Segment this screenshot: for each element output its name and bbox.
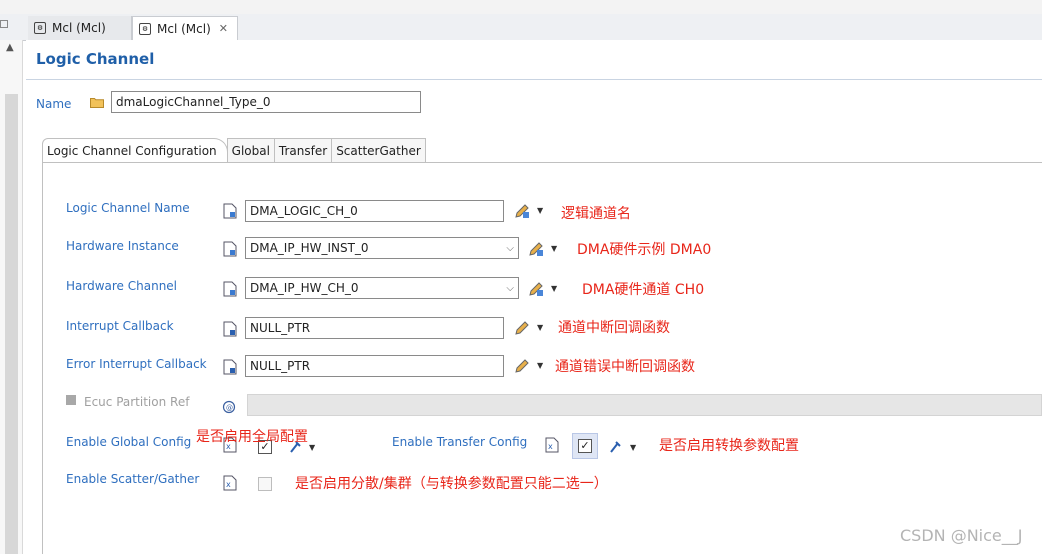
error-interrupt-callback-label: Error Interrupt Callback [66, 357, 207, 371]
boolean-icon: x [223, 475, 237, 491]
editor-tab-mcl-2[interactable]: ⚙ Mcl (Mcl) ✕ [132, 16, 238, 40]
chevron-down-icon[interactable]: ▼ [309, 443, 315, 452]
document-icon [223, 281, 237, 297]
chevron-down-icon[interactable]: ⌵ [506, 243, 514, 254]
enable-transfer-config-label: Enable Transfer Config [392, 435, 528, 449]
svg-text:@: @ [226, 404, 233, 412]
chevron-down-icon[interactable]: ▼ [537, 323, 543, 332]
document-icon [223, 203, 237, 219]
restore-icon[interactable] [0, 20, 8, 28]
function-document-icon [223, 359, 237, 375]
scroll-up-icon[interactable]: ▲ [6, 42, 14, 53]
reference-icon: @ [222, 400, 236, 414]
hardware-instance-label: Hardware Instance [66, 239, 179, 253]
name-input[interactable]: dmaLogicChannel_Type_0 [111, 91, 421, 113]
enable-transfer-config-checkbox[interactable]: ✓ [578, 439, 592, 453]
error-interrupt-callback-input[interactable]: NULL_PTR [245, 355, 504, 377]
annotation-error-interrupt-callback: 通道错误中断回调函数 [555, 359, 695, 375]
hardware-instance-value: DMA_IP_HW_INST_0 [250, 241, 369, 255]
interrupt-callback-label: Interrupt Callback [66, 319, 174, 333]
tab-logic-channel-configuration[interactable]: Logic Channel Configuration [42, 138, 228, 163]
annotation-interrupt-callback: 通道中断回调函数 [558, 320, 670, 336]
logic-channel-name-input[interactable]: DMA_LOGIC_CH_0 [245, 200, 504, 222]
hardware-channel-value: DMA_IP_HW_CH_0 [250, 281, 359, 295]
ecuc-partition-ref-field [247, 394, 1042, 416]
edit-pen-icon[interactable] [528, 241, 544, 257]
logic-channel-name-label: Logic Channel Name [66, 201, 190, 215]
function-document-icon [223, 321, 237, 337]
annotation-hardware-channel: DMA硬件通道 CH0 [582, 282, 705, 298]
annotation-logic-channel-name: 逻辑通道名 [561, 206, 631, 222]
chevron-down-icon[interactable]: ▼ [537, 206, 543, 215]
edit-pen-icon[interactable] [514, 358, 530, 374]
enable-transfer-config-checkbox-focus[interactable]: ✓ [572, 433, 598, 459]
folder-icon [90, 98, 104, 108]
page-title: Logic Channel [36, 50, 155, 68]
chevron-down-icon[interactable]: ▼ [551, 284, 557, 293]
annotation-enable-global-config: 是否启用全局配置 [196, 429, 308, 445]
edit-pen-icon[interactable] [514, 203, 530, 219]
config-sub-tabs: Logic Channel Configuration Global Trans… [42, 138, 426, 163]
top-strip [0, 0, 1042, 15]
tab-scatter-gather[interactable]: ScatterGather [331, 138, 426, 163]
close-icon[interactable]: ✕ [219, 22, 228, 35]
watermark: CSDN @Nice__J [900, 526, 1023, 545]
enable-scatter-gather-checkbox[interactable] [258, 477, 272, 491]
hardware-instance-select[interactable]: DMA_IP_HW_INST_0 ⌵ [245, 237, 519, 259]
interrupt-callback-input[interactable]: NULL_PTR [245, 317, 504, 339]
annotation-hardware-instance: DMA硬件示例 DMA0 [577, 242, 712, 258]
svg-text:x: x [548, 442, 553, 451]
module-config-icon: ⚙ [139, 22, 151, 35]
hardware-channel-select[interactable]: DMA_IP_HW_CH_0 ⌵ [245, 277, 519, 299]
enable-scatter-gather-label: Enable Scatter/Gather [66, 472, 200, 486]
chevron-down-icon[interactable]: ⌵ [506, 283, 514, 294]
ecuc-partition-ref-label: Ecuc Partition Ref [84, 395, 190, 409]
annotation-enable-transfer-config: 是否启用转换参数配置 [659, 438, 799, 454]
chevron-down-icon[interactable]: ▼ [537, 361, 543, 370]
editor-tab-mcl-1[interactable]: ⚙ Mcl (Mcl) [28, 16, 132, 40]
tab-transfer[interactable]: Transfer [273, 138, 333, 163]
edit-pen-icon[interactable] [528, 281, 544, 297]
document-icon [223, 241, 237, 257]
disabled-checkbox [66, 395, 76, 405]
chevron-down-icon[interactable]: ▼ [630, 443, 636, 452]
name-label: Name [36, 97, 72, 111]
boolean-icon: x [545, 437, 559, 453]
editor-tab-label: Mcl (Mcl) [52, 21, 106, 35]
edit-pen-icon[interactable] [514, 320, 530, 336]
calc-wand-icon[interactable] [608, 439, 624, 455]
hardware-channel-label: Hardware Channel [66, 279, 178, 293]
annotation-enable-scatter-gather: 是否启用分散/集群（与转换参数配置只能二选一） [295, 476, 608, 492]
chevron-down-icon[interactable]: ▼ [551, 244, 557, 253]
enable-global-config-label: Enable Global Config [66, 435, 192, 449]
editor-tab-label: Mcl (Mcl) [157, 21, 211, 36]
vertical-scrollbar[interactable] [5, 94, 18, 554]
svg-text:x: x [226, 480, 231, 489]
module-config-icon: ⚙ [34, 22, 46, 34]
title-divider [26, 79, 1042, 80]
tab-global[interactable]: Global [226, 138, 275, 163]
